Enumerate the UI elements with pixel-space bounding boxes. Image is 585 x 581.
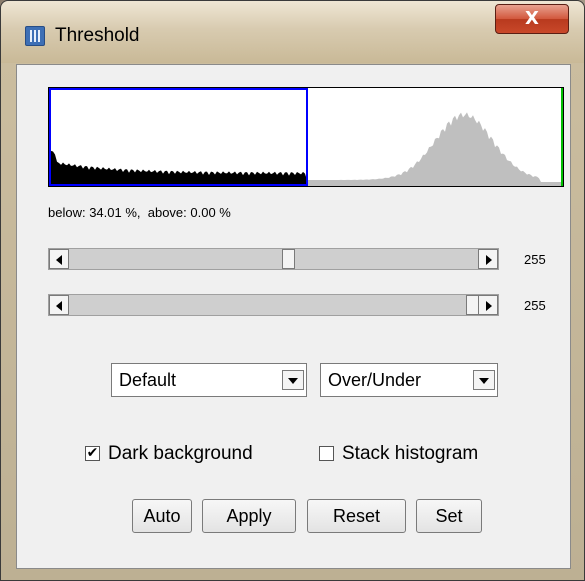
imagej-app-icon xyxy=(25,26,45,46)
auto-button[interactable]: Auto xyxy=(132,499,192,533)
upper-threshold-slider[interactable] xyxy=(48,294,499,316)
slider-right-arrow-icon[interactable] xyxy=(478,249,498,269)
close-button[interactable]: X xyxy=(495,4,569,34)
stack-histogram-label: Stack histogram xyxy=(342,443,479,464)
display-select-value: Over/Under xyxy=(328,370,422,390)
chevron-down-icon[interactable] xyxy=(473,370,495,390)
slider-left-arrow-icon[interactable] xyxy=(49,249,69,269)
window-title: Threshold xyxy=(55,25,140,46)
dialog-content: below: 34.01 %, above: 0.00 % 255 255 De… xyxy=(16,64,571,569)
threshold-window: Threshold X below: 34.01 %, above: 0.00 … xyxy=(0,0,585,581)
set-button[interactable]: Set xyxy=(416,499,482,533)
apply-button[interactable]: Apply xyxy=(202,499,296,533)
reset-button[interactable]: Reset xyxy=(307,499,406,533)
method-select[interactable]: Default xyxy=(111,363,307,397)
threshold-status-text: below: 34.01 %, above: 0.00 % xyxy=(48,205,231,220)
display-select[interactable]: Over/Under xyxy=(320,363,498,397)
slider-thumb[interactable] xyxy=(282,249,295,269)
histogram-below-threshold xyxy=(49,150,307,186)
lower-threshold-value: 255 xyxy=(524,252,546,267)
slider-right-arrow-icon[interactable] xyxy=(478,295,498,315)
upper-threshold-value: 255 xyxy=(524,298,546,313)
title-bar[interactable]: Threshold X xyxy=(1,1,584,63)
dark-background-label: Dark background xyxy=(108,443,253,464)
method-select-value: Default xyxy=(119,370,177,390)
histogram-plot xyxy=(49,88,563,186)
histogram-above-threshold xyxy=(307,112,563,186)
checkbox-checked-icon[interactable]: ✔ xyxy=(85,446,100,461)
checkbox-unchecked-icon[interactable] xyxy=(319,446,334,461)
lower-threshold-slider[interactable] xyxy=(48,248,499,270)
histogram xyxy=(48,87,564,187)
chevron-down-icon[interactable] xyxy=(282,370,304,390)
slider-left-arrow-icon[interactable] xyxy=(49,295,69,315)
